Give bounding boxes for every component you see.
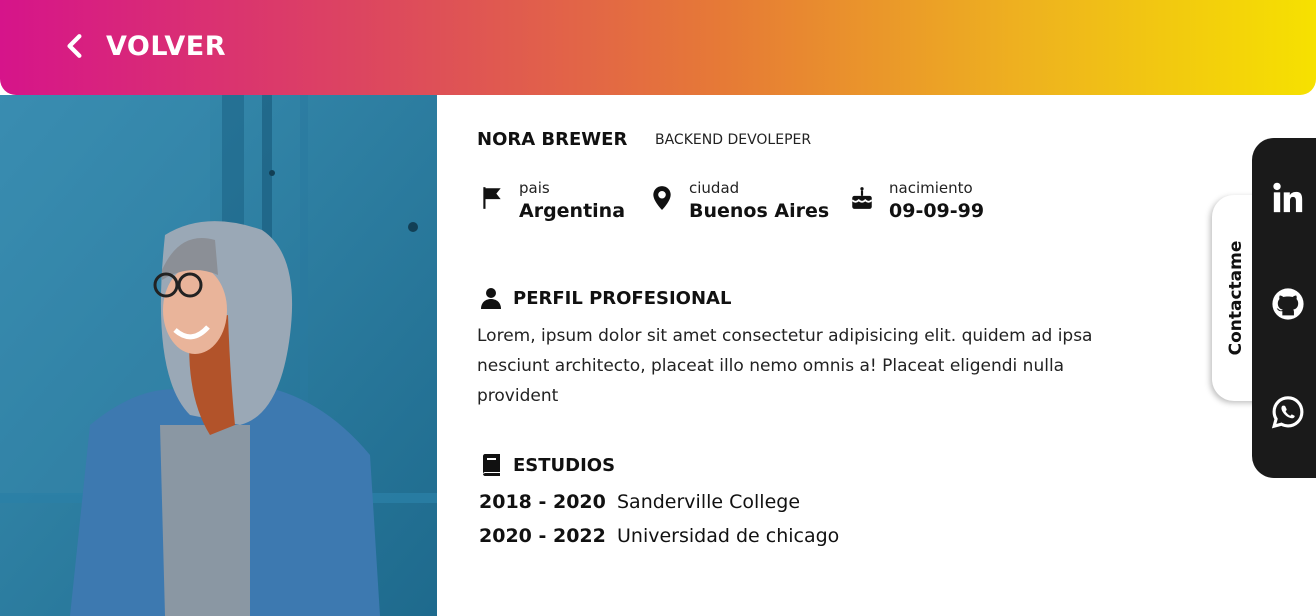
estudios-title: ESTUDIOS — [513, 454, 616, 476]
perfil-heading: PERFIL PROFESIONAL — [479, 286, 731, 310]
social-links-panel — [1252, 138, 1316, 478]
whatsapp-icon — [1271, 396, 1304, 429]
study-institution: Universidad de chicago — [617, 525, 840, 547]
back-button[interactable]: VOLVER — [62, 26, 226, 66]
study-institution: Sanderville College — [617, 491, 801, 513]
info-birth: nacimiento 09-09-99 — [849, 179, 984, 225]
whatsapp-link[interactable] — [1270, 394, 1306, 430]
chevron-left-icon — [67, 34, 82, 58]
study-row: 2020 - 2022 Universidad de chicago — [479, 525, 839, 547]
study-row: 2018 - 2020 Sanderville College — [479, 491, 800, 513]
perfil-title: PERFIL PROFESIONAL — [513, 287, 732, 309]
info-city-label: ciudad — [689, 179, 740, 197]
estudios-heading: ESTUDIOS — [479, 453, 615, 477]
back-label: VOLVER — [106, 30, 226, 62]
info-birth-value: 09-09-99 — [889, 200, 985, 222]
info-country-value: Argentina — [519, 200, 626, 222]
info-city: ciudad Buenos Aires — [649, 179, 829, 225]
info-country: pais Argentina — [479, 179, 625, 225]
location-pin-icon — [653, 186, 671, 210]
flag-icon — [483, 187, 501, 209]
perfil-text: Lorem, ipsum dolor sit amet consectetur … — [477, 326, 1093, 406]
info-city-value: Buenos Aires — [689, 200, 830, 222]
user-icon — [481, 288, 501, 309]
profile-role: BACKEND DEVOLEPER — [655, 132, 812, 148]
contact-tab-label: Contactame — [1226, 240, 1246, 356]
linkedin-link[interactable] — [1270, 180, 1306, 216]
study-years: 2020 - 2022 — [479, 525, 606, 547]
info-country-label: pais — [519, 179, 550, 197]
github-link[interactable] — [1270, 286, 1306, 322]
study-years: 2018 - 2020 — [479, 491, 606, 513]
profile-photo — [0, 95, 437, 616]
book-icon — [483, 454, 500, 476]
birthday-cake-icon — [851, 187, 873, 209]
info-birth-label: nacimiento — [889, 179, 973, 197]
header-bar: VOLVER — [0, 0, 1316, 95]
github-icon — [1272, 288, 1304, 320]
profile-name: NORA BREWER — [477, 129, 628, 150]
linkedin-icon — [1273, 182, 1303, 213]
